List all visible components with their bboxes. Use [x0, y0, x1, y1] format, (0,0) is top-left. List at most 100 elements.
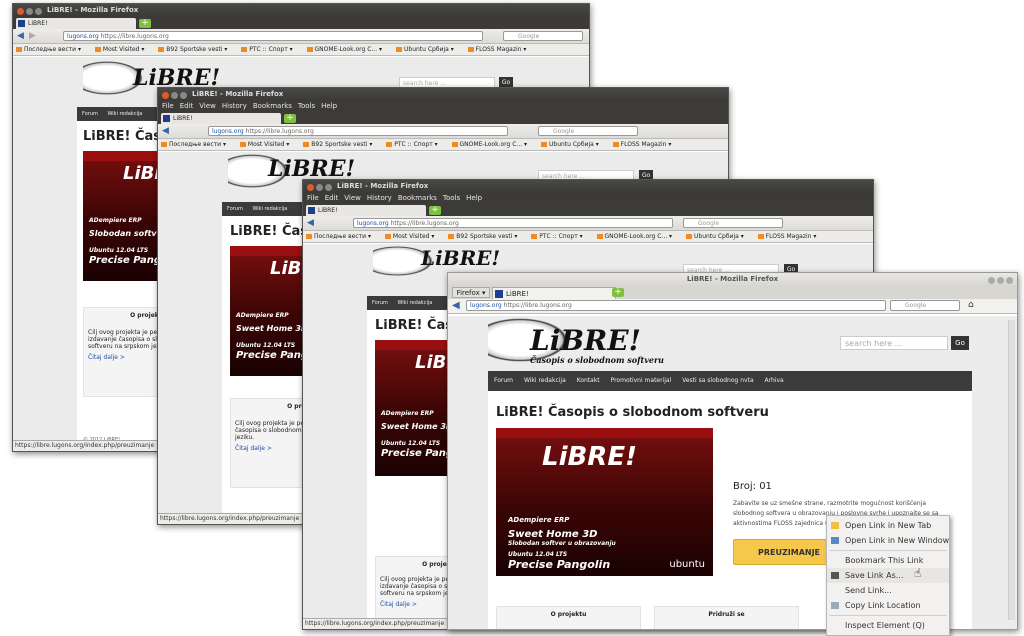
- nav-vesti[interactable]: Vesti sa slobodnog nvta: [682, 371, 753, 391]
- minimize-icon[interactable]: [316, 184, 323, 191]
- bookmark-item[interactable]: Most Visited ▾: [384, 233, 440, 240]
- window-title: LiBRE! - Mozilla Firefox: [47, 6, 139, 14]
- ctx-open-new-tab[interactable]: Open Link in New Tab: [827, 518, 949, 533]
- bookmark-item[interactable]: Последње вести ▾: [16, 46, 87, 53]
- maximize-icon[interactable]: [325, 184, 332, 191]
- bookmark-item[interactable]: B92 Sportske vesti ▾: [448, 233, 523, 240]
- ctx-send-link[interactable]: Send Link...: [827, 583, 949, 598]
- back-arrow-icon[interactable]: ◀: [162, 126, 169, 136]
- url-bar[interactable]: lugons.org https://libre.lugons.org: [63, 31, 483, 41]
- title-bar[interactable]: LiBRE! - Mozilla Firefox: [13, 4, 589, 17]
- ctx-open-new-window[interactable]: Open Link in New Window: [827, 533, 949, 548]
- close-icon[interactable]: [162, 92, 169, 99]
- home-icon[interactable]: ⌂: [968, 300, 974, 310]
- menu-separator: [829, 550, 947, 551]
- minimize-icon[interactable]: [26, 8, 33, 15]
- nav-arhiva[interactable]: Arhiva: [765, 371, 784, 391]
- maximize-icon[interactable]: [35, 8, 42, 15]
- go-button[interactable]: Go: [951, 336, 969, 350]
- site-nav: Forum Wiki redakcija Kontakt Promotivni …: [488, 371, 972, 391]
- nav-forum[interactable]: Forum: [82, 107, 98, 121]
- nav-promo[interactable]: Promotivni materijal: [611, 371, 672, 391]
- bookmark-item[interactable]: GNOME-Look.org C... ▾: [306, 46, 389, 53]
- menu-bookmarks[interactable]: Bookmarks: [253, 102, 292, 110]
- new-tab-button[interactable]: +: [429, 206, 441, 215]
- tab-libre[interactable]: LiBRE!: [161, 113, 281, 124]
- bookmark-item[interactable]: Ubuntu Србија ▾: [686, 233, 750, 240]
- menu-view[interactable]: View: [199, 102, 216, 110]
- magazine-cover[interactable]: LiBRE! ADempiere ERP Sweet Home 3D Slobo…: [496, 428, 713, 576]
- close-icon[interactable]: [307, 184, 314, 191]
- tab-libre[interactable]: LiBRE!: [492, 287, 616, 299]
- forward-arrow-icon[interactable]: ▶: [29, 31, 36, 41]
- bookmark-item[interactable]: FLOSS Magazin ▾: [757, 233, 823, 240]
- tab-strip: LiBRE! +: [303, 204, 873, 216]
- menu-help[interactable]: Help: [466, 194, 482, 202]
- tab-libre[interactable]: LiBRE!: [16, 18, 136, 29]
- ctx-inspect-element[interactable]: Inspect Element (Q): [827, 618, 949, 633]
- bookmark-item[interactable]: GNOME-Look.org C... ▾: [596, 233, 679, 240]
- bookmark-item[interactable]: Ubuntu Србија ▾: [541, 141, 605, 148]
- nav-forum[interactable]: Forum: [372, 296, 388, 310]
- title-bar[interactable]: LiBRE! - Mozilla Firefox: [158, 88, 728, 101]
- bookmark-item[interactable]: FLOSS Magazin ▾: [612, 141, 678, 148]
- back-arrow-icon[interactable]: ◀: [307, 218, 314, 228]
- firefox-menu-button[interactable]: Firefox ▾: [452, 287, 490, 298]
- close-icon[interactable]: [17, 8, 24, 15]
- ctx-save-link-as[interactable]: Save Link As...: [827, 568, 949, 583]
- bookmark-item[interactable]: GNOME-Look.org C... ▾: [451, 141, 534, 148]
- bookmark-item[interactable]: B92 Sportske vesti ▾: [158, 46, 233, 53]
- bookmark-item[interactable]: РТС :: Спорт ▾: [386, 141, 443, 148]
- nav-wiki[interactable]: Wiki redakcija: [524, 371, 566, 391]
- nav-wiki[interactable]: Wiki redakcija: [107, 107, 142, 121]
- back-arrow-icon[interactable]: ◀: [17, 31, 24, 41]
- nav-forum[interactable]: Forum: [227, 202, 243, 216]
- close-icon[interactable]: [1006, 277, 1013, 284]
- tab-libre[interactable]: LiBRE!: [306, 205, 426, 216]
- title-bar[interactable]: LiBRE! - Mozilla Firefox: [448, 273, 1017, 286]
- bookmark-item[interactable]: B92 Sportske vesti ▾: [303, 141, 378, 148]
- bookmark-item[interactable]: Ubuntu Србија ▾: [396, 46, 460, 53]
- url-bar[interactable]: lugons.org https://libre.lugons.org: [466, 300, 886, 311]
- ctx-copy-link-location[interactable]: Copy Link Location: [827, 598, 949, 613]
- maximize-icon[interactable]: [997, 277, 1004, 284]
- nav-kontakt[interactable]: Kontakt: [577, 371, 600, 391]
- search-input[interactable]: Google: [890, 300, 960, 311]
- menu-view[interactable]: View: [344, 194, 361, 202]
- site-logo[interactable]: LiBRE! Časopis o slobodnom softveru: [530, 324, 664, 365]
- nav-forum[interactable]: Forum: [494, 371, 513, 391]
- title-bar[interactable]: LiBRE! - Mozilla Firefox: [303, 180, 873, 193]
- url-bar[interactable]: lugons.org https://libre.lugons.org: [353, 218, 673, 228]
- menu-tools[interactable]: Tools: [298, 102, 315, 110]
- search-input[interactable]: Google: [538, 126, 638, 136]
- mouse-cursor-icon: ☝: [914, 566, 922, 580]
- menu-tools[interactable]: Tools: [443, 194, 460, 202]
- menu-history[interactable]: History: [222, 102, 247, 110]
- new-tab-button[interactable]: +: [139, 19, 151, 28]
- url-bar[interactable]: lugons.org https://libre.lugons.org: [208, 126, 508, 136]
- minimize-icon[interactable]: [988, 277, 995, 284]
- bookmark-item[interactable]: РТС :: Спорт ▾: [241, 46, 298, 53]
- nav-wiki[interactable]: Wiki redakcija: [397, 296, 432, 310]
- bookmark-item[interactable]: Most Visited ▾: [94, 46, 150, 53]
- back-arrow-icon[interactable]: ◀: [452, 300, 460, 311]
- site-logo[interactable]: LiBRE!: [421, 246, 500, 270]
- menu-help[interactable]: Help: [321, 102, 337, 110]
- bookmark-item[interactable]: Most Visited ▾: [239, 141, 295, 148]
- new-tab-button[interactable]: +: [284, 114, 296, 123]
- menu-bookmarks[interactable]: Bookmarks: [398, 194, 437, 202]
- scrollbar[interactable]: [1008, 320, 1015, 620]
- search-input[interactable]: Google: [503, 31, 583, 41]
- new-tab-button[interactable]: +: [612, 288, 624, 297]
- nav-wiki[interactable]: Wiki redakcija: [252, 202, 287, 216]
- bookmark-item[interactable]: Последње вести ▾: [306, 233, 377, 240]
- ctx-bookmark-link[interactable]: Bookmark This Link: [827, 553, 949, 568]
- menu-history[interactable]: History: [367, 194, 392, 202]
- bookmark-item[interactable]: Последње вести ▾: [161, 141, 232, 148]
- maximize-icon[interactable]: [180, 92, 187, 99]
- bookmark-item[interactable]: FLOSS Magazin ▾: [467, 46, 533, 53]
- search-input[interactable]: Google: [683, 218, 783, 228]
- bookmark-item[interactable]: РТС :: Спорт ▾: [531, 233, 588, 240]
- site-search-input[interactable]: search here ...: [840, 336, 948, 350]
- minimize-icon[interactable]: [171, 92, 178, 99]
